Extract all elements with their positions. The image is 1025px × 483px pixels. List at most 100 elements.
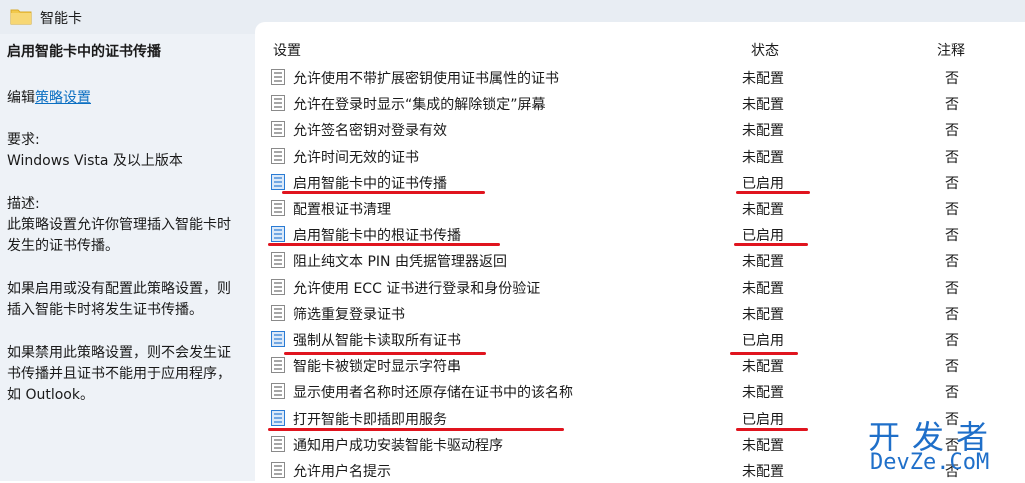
highlight-underline bbox=[284, 352, 486, 355]
column-header-setting[interactable]: 设置 bbox=[273, 40, 301, 60]
disabled-line-2: 书传播并且证书不能用于应用程序， bbox=[7, 366, 231, 382]
table-row[interactable]: 阻止纯文本 PIN 由凭据管理器返回 未配置 否 bbox=[255, 247, 1025, 273]
setting-name: 阻止纯文本 PIN 由凭据管理器返回 bbox=[293, 254, 507, 271]
description-line-2: 发生的证书传播。 bbox=[7, 238, 119, 254]
window-title: 智能卡 bbox=[40, 11, 82, 27]
setting-name: 配置根证书清理 bbox=[293, 202, 391, 218]
setting-name: 允许签名密钥对登录有效 bbox=[293, 123, 447, 140]
policy-setting-icon bbox=[271, 200, 285, 216]
description-label: 描述: bbox=[7, 196, 40, 212]
policy-setting-icon bbox=[271, 173, 285, 190]
edit-prefix: 编辑 bbox=[7, 90, 35, 106]
setting-note: 否 bbox=[945, 333, 959, 349]
setting-name: 允许用户名提示 bbox=[293, 464, 391, 480]
policy-setting-icon bbox=[271, 462, 285, 478]
setting-note: 否 bbox=[945, 123, 959, 140]
setting-note: 否 bbox=[945, 359, 959, 376]
setting-state: 未配置 bbox=[742, 254, 784, 271]
policy-setting-icon bbox=[271, 304, 285, 321]
highlight-underline bbox=[268, 428, 564, 431]
setting-note: 否 bbox=[945, 280, 959, 297]
setting-note: 否 bbox=[945, 71, 959, 87]
setting-state: 未配置 bbox=[742, 437, 784, 454]
description-pane: 启用智能卡中的证书传播 编辑策略设置 要求: Windows Vista 及以上… bbox=[0, 34, 255, 481]
policy-setting-icon bbox=[271, 435, 285, 452]
table-row[interactable]: 允许时间无效的证书 未配置 否 bbox=[255, 143, 1025, 169]
setting-name: 允许使用不带扩展密钥使用证书属性的证书 bbox=[293, 71, 559, 87]
setting-note: 否 bbox=[945, 202, 959, 218]
policy-setting-icon bbox=[271, 383, 285, 400]
setting-state: 未配置 bbox=[742, 385, 784, 402]
setting-state: 未配置 bbox=[742, 97, 784, 114]
highlight-underline bbox=[730, 352, 798, 355]
column-header-note[interactable]: 注释 bbox=[937, 40, 965, 60]
setting-state: 未配置 bbox=[742, 464, 784, 480]
setting-name: 启用智能卡中的证书传播 bbox=[293, 175, 447, 192]
watermark: 开发者 DevZe.CoM bbox=[868, 412, 1018, 478]
column-header-state[interactable]: 状态 bbox=[751, 40, 779, 60]
table-row[interactable]: 强制从智能卡读取所有证书 已启用 否 bbox=[255, 326, 1025, 352]
setting-state: 未配置 bbox=[742, 149, 784, 166]
setting-note: 否 bbox=[945, 175, 959, 192]
requirements-value: Windows Vista 及以上版本 bbox=[7, 153, 183, 169]
setting-note: 否 bbox=[945, 97, 959, 114]
policy-setting-icon bbox=[271, 95, 285, 112]
watermark-en: DevZe.CoM bbox=[870, 450, 990, 475]
table-row[interactable]: 允许使用 ECC 证书进行登录和身份验证 未配置 否 bbox=[255, 274, 1025, 300]
policy-setting-icon bbox=[271, 278, 285, 295]
disabled-line-3: 如 Outlook。 bbox=[7, 387, 94, 403]
table-row[interactable]: 配置根证书清理 未配置 否 bbox=[255, 195, 1025, 221]
highlight-underline bbox=[736, 428, 808, 431]
table-row[interactable]: 允许使用不带扩展密钥使用证书属性的证书 未配置 否 bbox=[255, 64, 1025, 90]
setting-note: 否 bbox=[945, 306, 959, 323]
highlight-underline bbox=[282, 191, 485, 194]
table-row[interactable]: 允许签名密钥对登录有效 未配置 否 bbox=[255, 116, 1025, 142]
enabled-line-1: 如果启用或没有配置此策略设置，则 bbox=[7, 281, 231, 297]
table-row[interactable]: 允许在登录时显示“集成的解除锁定”屏幕 未配置 否 bbox=[255, 90, 1025, 116]
table-row[interactable]: 显示使用者名称时还原存储在证书中的该名称 未配置 否 bbox=[255, 378, 1025, 404]
setting-name: 强制从智能卡读取所有证书 bbox=[293, 333, 461, 349]
edit-line: 编辑策略设置 bbox=[7, 88, 251, 109]
policy-setting-icon bbox=[271, 252, 285, 269]
policy-title: 启用智能卡中的证书传播 bbox=[7, 44, 161, 60]
policy-settings-link[interactable]: 策略设置 bbox=[35, 90, 91, 106]
setting-name: 筛选重复登录证书 bbox=[293, 306, 405, 323]
folder-icon bbox=[10, 9, 32, 25]
policy-setting-icon bbox=[271, 121, 285, 138]
setting-name: 智能卡被锁定时显示字符串 bbox=[293, 359, 461, 376]
table-row[interactable]: 智能卡被锁定时显示字符串 未配置 否 bbox=[255, 352, 1025, 378]
setting-state: 未配置 bbox=[742, 123, 784, 140]
table-row[interactable]: 筛选重复登录证书 未配置 否 bbox=[255, 300, 1025, 326]
enabled-line-2: 插入智能卡时将发生证书传播。 bbox=[7, 302, 203, 318]
highlight-underline bbox=[736, 191, 810, 194]
disabled-line-1: 如果禁用此策略设置，则不会发生证 bbox=[7, 345, 231, 361]
setting-name: 允许使用 ECC 证书进行登录和身份验证 bbox=[293, 280, 541, 297]
setting-state: 未配置 bbox=[742, 202, 784, 218]
setting-state: 未配置 bbox=[742, 71, 784, 87]
setting-state: 已启用 bbox=[742, 411, 784, 428]
setting-note: 否 bbox=[945, 385, 959, 402]
setting-name: 通知用户成功安装智能卡驱动程序 bbox=[293, 437, 503, 454]
setting-note: 否 bbox=[945, 149, 959, 166]
setting-name: 打开智能卡即插即用服务 bbox=[293, 411, 447, 428]
description-line-1: 此策略设置允许你管理插入智能卡时 bbox=[7, 217, 231, 233]
policy-setting-icon bbox=[271, 409, 285, 426]
setting-note: 否 bbox=[945, 254, 959, 271]
setting-name: 允许时间无效的证书 bbox=[293, 149, 419, 166]
setting-state: 已启用 bbox=[742, 333, 784, 349]
setting-name: 允许在登录时显示“集成的解除锁定”屏幕 bbox=[293, 97, 546, 114]
requirements-label: 要求: bbox=[7, 132, 40, 148]
setting-state: 未配置 bbox=[742, 359, 784, 376]
highlight-underline bbox=[268, 243, 500, 246]
policy-setting-icon bbox=[271, 331, 285, 347]
policy-setting-icon bbox=[271, 357, 285, 374]
setting-state: 未配置 bbox=[742, 280, 784, 297]
setting-note: 否 bbox=[945, 228, 959, 245]
policy-setting-icon bbox=[271, 147, 285, 164]
setting-state: 未配置 bbox=[742, 306, 784, 323]
policy-setting-icon bbox=[271, 69, 285, 85]
policy-setting-icon bbox=[271, 226, 285, 243]
highlight-underline bbox=[734, 243, 808, 246]
setting-state: 已启用 bbox=[742, 175, 784, 192]
setting-name: 显示使用者名称时还原存储在证书中的该名称 bbox=[293, 385, 573, 402]
